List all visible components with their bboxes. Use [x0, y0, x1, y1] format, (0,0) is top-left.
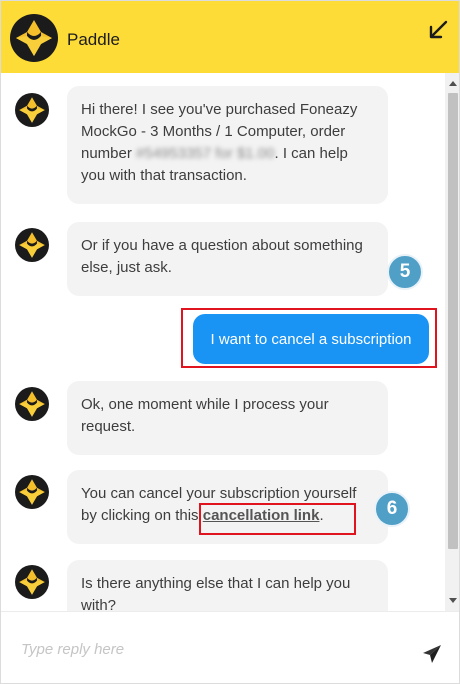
reply-composer [1, 611, 459, 683]
reply-input[interactable] [11, 634, 411, 664]
bot-avatar-icon [15, 475, 49, 509]
bot-avatar-icon [15, 228, 49, 262]
paddle-logo-icon [10, 14, 58, 62]
blurred-order-number: #54953357 for $1.00 [136, 145, 275, 162]
bot-avatar-icon [15, 565, 49, 599]
paper-plane-icon[interactable] [421, 643, 443, 665]
highlight-box [199, 503, 356, 535]
bot-message: Hi there! I see you've purchased Foneazy… [67, 86, 388, 204]
step-badge-6: 6 [374, 491, 410, 527]
highlight-box [181, 308, 437, 368]
bot-avatar-icon [15, 93, 49, 127]
message-list[interactable]: Hi there! I see you've purchased Foneazy… [1, 73, 445, 611]
bot-message: Or if you have a question about somethin… [67, 222, 388, 296]
chat-widget: Paddle Hi there! I see you've purchased … [0, 0, 460, 684]
scroll-up-arrow-icon[interactable] [449, 81, 457, 86]
message-text: Ok, one moment while I process your requ… [81, 396, 329, 435]
step-badge-5: 5 [387, 254, 423, 290]
message-text: Or if you have a question about somethin… [81, 237, 363, 276]
scroll-down-arrow-icon[interactable] [449, 598, 457, 603]
scrollbar[interactable] [445, 73, 459, 611]
app-title: Paddle [67, 30, 120, 49]
bot-message: Ok, one moment while I process your requ… [67, 381, 388, 455]
bot-message: Is there anything else that I can help y… [67, 560, 388, 611]
scrollbar-thumb[interactable] [448, 93, 458, 549]
bot-avatar-icon [15, 387, 49, 421]
chat-header: Paddle [1, 1, 459, 73]
message-text: Is there anything else that I can help y… [81, 575, 351, 611]
arrow-down-left-icon[interactable] [425, 17, 451, 43]
